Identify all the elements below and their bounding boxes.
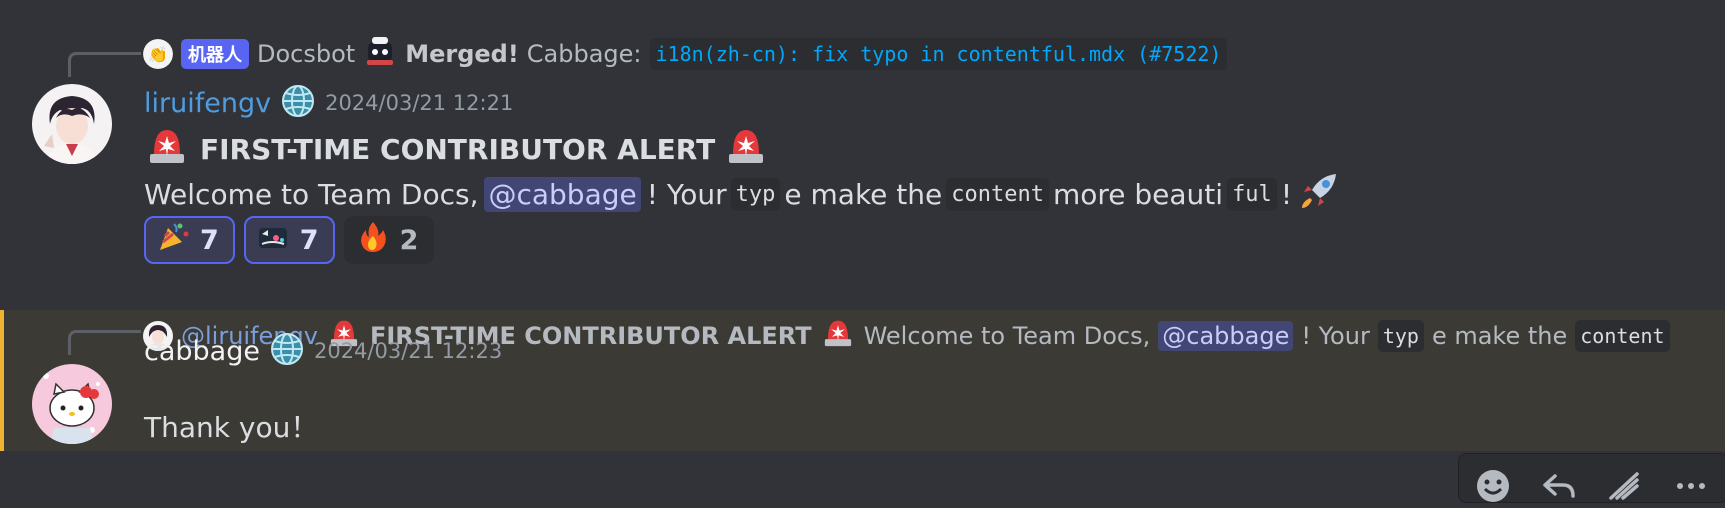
message-liruifengv: 👏 机器人 Docsbot Merged! Cabbage: i18n(zh-c… — [0, 0, 1725, 300]
body-text: Welcome to Team Docs, — [144, 178, 479, 211]
docsbot-avatar[interactable]: 👏 — [143, 39, 173, 69]
reply-preview[interactable]: 👏 机器人 Docsbot Merged! Cabbage: i18n(zh-c… — [143, 36, 1228, 72]
inline-code: ful — [1227, 178, 1277, 211]
message-cabbage: @liruifengv FIRST-TIME CONTRIBUTOR ALERT… — [0, 310, 1725, 451]
reaction-count: 7 — [200, 224, 219, 256]
reply-prefix: Cabbage: — [526, 40, 642, 68]
avatar[interactable] — [32, 84, 112, 164]
merged-label: Merged! — [405, 40, 519, 68]
body-text: ! — [1280, 178, 1293, 211]
timestamp[interactable]: 2024/03/21 12:21 — [325, 91, 513, 115]
reaction-party[interactable]: 7 — [144, 216, 235, 264]
username[interactable]: liruifengv — [144, 88, 271, 119]
robot-emoji-icon — [363, 36, 397, 72]
mention[interactable]: @cabbage — [1158, 321, 1294, 351]
inline-code: content — [1575, 320, 1670, 352]
globe-icon — [270, 332, 304, 370]
globe-icon — [281, 84, 315, 122]
message-body: Welcome to Team Docs, @cabbage ! Your ty… — [144, 168, 1342, 221]
rocket-icon — [1296, 168, 1342, 221]
fire-icon — [356, 220, 390, 261]
body-text: ! Your — [646, 178, 727, 211]
body-text: Thank you！ — [144, 411, 319, 444]
body-text: e make the — [784, 178, 943, 211]
svg-text:👏: 👏 — [148, 45, 168, 64]
mention[interactable]: @cabbage — [484, 177, 641, 212]
body-text: more beauti — [1052, 178, 1224, 211]
reply-connector — [68, 52, 141, 77]
forward-icon[interactable] — [1607, 468, 1643, 502]
message-body: Thank you！ — [144, 406, 318, 446]
message-header: cabbage 2024/03/21 12:23 — [144, 332, 502, 370]
message-action-toolbar — [1458, 453, 1725, 503]
commit-message[interactable]: i18n(zh-cn): fix typo in contentful.mdx … — [649, 38, 1228, 70]
bot-tag: 机器人 — [181, 39, 249, 69]
more-icon[interactable] — [1673, 468, 1709, 502]
reaction-fire[interactable]: 2 — [343, 216, 435, 264]
mention-highlight-bar — [0, 310, 4, 451]
timestamp[interactable]: 2024/03/21 12:23 — [314, 339, 502, 363]
reply-text: e make the — [1431, 322, 1568, 350]
inline-code: typ — [730, 178, 781, 211]
siren-icon — [820, 316, 856, 356]
username[interactable]: cabbage — [144, 336, 260, 367]
reply-icon[interactable] — [1541, 468, 1577, 502]
emoji-icon[interactable] — [1475, 468, 1511, 502]
avatar[interactable] — [32, 364, 112, 444]
alert-title: FIRST-TIME CONTRIBUTOR ALERT — [200, 133, 716, 166]
reactions: 7 7 2 — [144, 216, 435, 264]
reaction-custom[interactable]: 7 — [243, 216, 335, 264]
reply-text: ! Your — [1301, 322, 1370, 350]
inline-code: typ — [1377, 320, 1424, 352]
reply-text: Welcome to Team Docs, — [863, 322, 1151, 350]
reaction-count: 7 — [299, 224, 319, 256]
inline-code: content — [946, 178, 1049, 211]
message-header: liruifengv 2024/03/21 12:21 — [144, 84, 513, 122]
party-popper-icon — [156, 220, 190, 261]
reply-author[interactable]: Docsbot — [257, 40, 355, 68]
custom-emote-icon — [256, 220, 290, 261]
reaction-count: 2 — [399, 224, 419, 256]
reply-connector — [68, 330, 141, 355]
